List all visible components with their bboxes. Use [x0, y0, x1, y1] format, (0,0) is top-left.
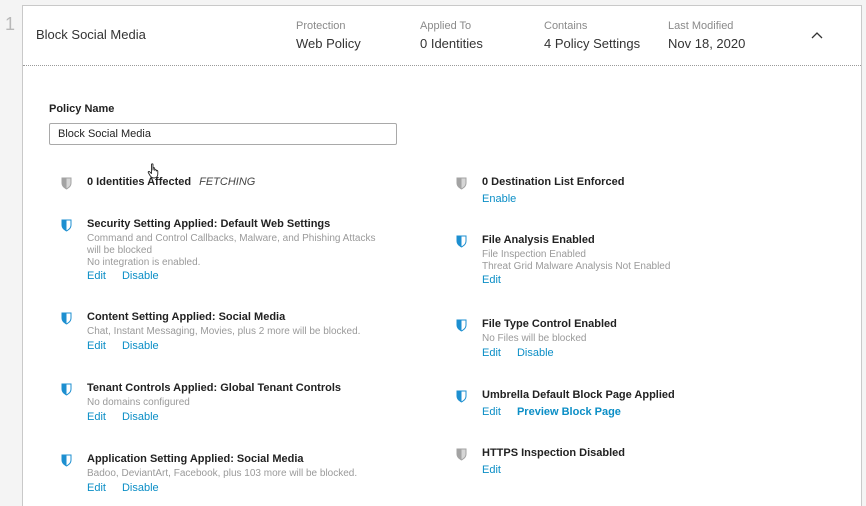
shield-gray-icon [456, 448, 467, 461]
row-number: 1 [5, 14, 16, 34]
item-description: will be blocked [87, 245, 153, 256]
disable-link[interactable]: Disable [122, 340, 159, 352]
meta-label: Protection [296, 20, 346, 32]
shield-blue-icon [456, 319, 467, 332]
https-inspection: HTTPS Inspection Disabled Edit [456, 447, 836, 477]
policy-name-input[interactable] [49, 123, 397, 145]
edit-link[interactable]: Edit [482, 464, 501, 476]
meta-value: Web Policy [296, 36, 361, 51]
edit-link[interactable]: Edit [87, 411, 106, 423]
preview-block-page-link[interactable]: Preview Block Page [517, 406, 621, 418]
policy-title: Block Social Media [36, 27, 146, 42]
disable-link[interactable]: Disable [517, 347, 554, 359]
shield-blue-icon [61, 383, 72, 396]
item-title: Tenant Controls Applied: Global Tenant C… [87, 382, 342, 394]
item-title: 0 Destination List Enforced [482, 176, 625, 188]
block-page: Umbrella Default Block Page Applied Edit… [456, 389, 836, 419]
application-setting: Application Setting Applied: Social Medi… [61, 453, 421, 498]
item-description: File Inspection Enabled [482, 249, 586, 260]
fetching-status: FETCHING [199, 176, 256, 188]
item-title: Security Setting Applied: Default Web Se… [87, 218, 331, 230]
meta-label: Contains [544, 20, 588, 32]
item-title: Application Setting Applied: Social Medi… [87, 453, 304, 465]
item-title: Content Setting Applied: Social Media [87, 311, 286, 323]
item-title: HTTPS Inspection Disabled [482, 447, 626, 459]
meta-protection: Protection Web Policy [296, 20, 361, 51]
hand-cursor-icon [147, 163, 159, 179]
meta-contains: Contains 4 Policy Settings [544, 20, 640, 51]
shield-gray-icon [456, 177, 467, 190]
item-description: Threat Grid Malware Analysis Not Enabled [482, 261, 671, 272]
file-analysis: File Analysis Enabled File Inspection En… [456, 234, 836, 289]
policy-header[interactable]: Block Social Media Protection Web Policy… [23, 6, 861, 66]
edit-link[interactable]: Edit [87, 270, 106, 282]
policy-card: Block Social Media Protection Web Policy… [22, 5, 862, 506]
meta-value: 4 Policy Settings [544, 36, 641, 51]
meta-label: Last Modified [668, 20, 734, 32]
edit-link[interactable]: Edit [87, 482, 106, 494]
meta-value: 0 Identities [420, 36, 483, 51]
shield-blue-icon [61, 312, 72, 325]
disable-link[interactable]: Disable [122, 411, 159, 423]
edit-link[interactable]: Edit [482, 274, 501, 286]
policy-details: Policy Name 0 Identities Affected FETCHIN… [23, 67, 861, 506]
chevron-up-icon[interactable] [810, 28, 824, 42]
meta-last-modified: Last Modified Nov 18, 2020 [668, 20, 745, 51]
destination-list: 0 Destination List Enforced Enable [456, 176, 836, 206]
content-setting: Content Setting Applied: Social Media Ch… [61, 311, 421, 356]
item-title: Umbrella Default Block Page Applied [482, 389, 675, 401]
shield-blue-icon [456, 235, 467, 248]
edit-link[interactable]: Edit [482, 347, 501, 359]
item-title: File Type Control Enabled [482, 318, 617, 330]
item-description: No domains configured [87, 397, 190, 408]
item-description: No integration is enabled. [87, 257, 201, 268]
item-title: 0 Identities Affected [87, 176, 192, 188]
tenant-controls: Tenant Controls Applied: Global Tenant C… [61, 382, 421, 427]
item-description: Command and Control Callbacks, Malware, … [87, 233, 376, 244]
policy-name-label: Policy Name [49, 103, 115, 115]
meta-value: Nov 18, 2020 [668, 36, 746, 51]
shield-blue-icon [61, 219, 72, 232]
disable-link[interactable]: Disable [122, 270, 159, 282]
item-description: No Files will be blocked [482, 333, 587, 344]
item-description: Chat, Instant Messaging, Movies, plus 2 … [87, 326, 361, 337]
edit-link[interactable]: Edit [87, 340, 106, 352]
item-title: File Analysis Enabled [482, 234, 595, 246]
shield-blue-icon [456, 390, 467, 403]
meta-label: Applied To [420, 20, 472, 32]
disable-link[interactable]: Disable [122, 482, 159, 494]
identities-affected: 0 Identities Affected FETCHING [61, 176, 421, 196]
item-description: Badoo, DeviantArt, Facebook, plus 103 mo… [87, 468, 358, 479]
shield-gray-icon [61, 177, 72, 190]
file-type-control: File Type Control Enabled No Files will … [456, 318, 836, 363]
enable-link[interactable]: Enable [482, 193, 516, 205]
edit-link[interactable]: Edit [482, 406, 501, 418]
security-setting: Security Setting Applied: Default Web Se… [61, 218, 421, 288]
shield-blue-icon [61, 454, 72, 467]
meta-applied-to: Applied To 0 Identities [420, 20, 483, 51]
